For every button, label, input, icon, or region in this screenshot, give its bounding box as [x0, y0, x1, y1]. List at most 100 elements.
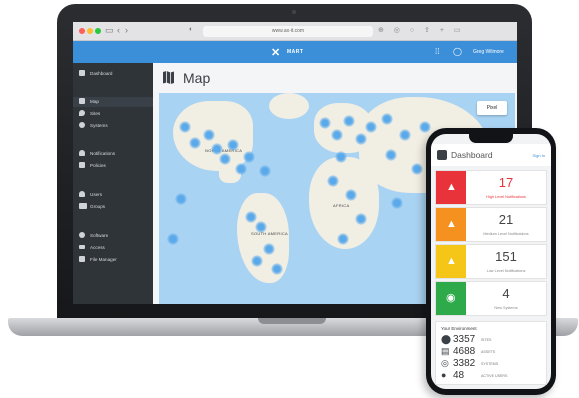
site-cluster-marker[interactable] [235, 163, 247, 175]
sidebar-item-notifications[interactable]: Notifications [73, 149, 153, 159]
back-icon[interactable]: ‹ [117, 25, 120, 35]
sidebar-item-policies[interactable]: Policies [73, 161, 153, 171]
phone-notch [469, 134, 513, 143]
phone-device: Dashboard Sign In ▲ 17 High Level Notifi… [426, 128, 556, 395]
card-caption: Medium Level Notifications [483, 232, 529, 236]
site-cluster-marker[interactable] [219, 153, 231, 165]
system-icon: ◎ [441, 358, 449, 368]
sidebar-item-label: Dashboard [90, 71, 113, 76]
privacy-icon: ◐ [189, 26, 194, 33]
env-caption: SYSTEMS [481, 362, 499, 366]
close-window-button[interactable] [79, 28, 85, 34]
env-caption: ASSETS [481, 350, 496, 354]
sidebar-item-label: Systems [90, 123, 108, 128]
site-cluster-marker[interactable] [335, 151, 347, 163]
env-caption: SITES [481, 338, 492, 342]
logo-icon[interactable]: ✕ [271, 46, 280, 59]
card-color-swatch: ◉ [436, 282, 466, 315]
site-cluster-marker[interactable] [259, 165, 271, 177]
site-cluster-marker[interactable] [251, 255, 263, 267]
sidebar-item-label: File Manager [90, 257, 117, 262]
medium-notifications-card[interactable]: ▲ 21 Medium Level Notifications [435, 207, 547, 242]
card-value: 151 [495, 249, 517, 264]
browser-toolbar-icons[interactable]: ⊕ ◎ ○ ⇪ + ▭ [378, 26, 465, 34]
site-cluster-marker[interactable] [337, 233, 349, 245]
low-notifications-card[interactable]: ▲ 151 Low Level Notifications [435, 244, 547, 279]
laptop-notch [258, 318, 326, 324]
sidebar-item-systems[interactable]: Systems [73, 121, 153, 131]
sidebar-item-groups[interactable]: Groups [73, 202, 153, 212]
env-value: 3357 [453, 334, 476, 345]
dashboard-icon [79, 70, 85, 76]
site-cluster-marker[interactable] [381, 113, 393, 125]
site-cluster-marker[interactable] [419, 121, 431, 133]
dashboard-icon [437, 150, 447, 160]
card-caption: New Systems [494, 306, 518, 310]
phone-header-link[interactable]: Sign In [533, 153, 545, 158]
environment-title: Your Environment [441, 326, 477, 331]
forward-icon[interactable]: › [125, 25, 128, 35]
site-cluster-marker[interactable] [391, 197, 403, 209]
browser-toolbar: ▭ ‹ › ◐ www.ax-it.com ⊕ ◎ ○ ⇪ + ▭ [73, 22, 517, 41]
phone-page-title: Dashboard [451, 150, 493, 160]
address-bar[interactable]: www.ax-it.com [203, 26, 373, 37]
map-icon [163, 71, 174, 84]
site-cluster-marker[interactable] [271, 263, 283, 275]
site-cluster-marker[interactable] [327, 175, 339, 187]
sidebar-item-label: Users [90, 192, 102, 197]
site-cluster-marker[interactable] [179, 121, 191, 133]
sidebar-item-users[interactable]: Users [73, 190, 153, 200]
group-icon [79, 203, 87, 209]
site-cluster-marker[interactable] [331, 129, 343, 141]
key-icon [79, 245, 85, 249]
sidebar-icon[interactable]: ▭ [105, 25, 114, 36]
site-cluster-marker[interactable] [399, 129, 411, 141]
app-header: ✕ MART ⁞⁞ ◯ Greg Wilmore [73, 41, 517, 63]
site-cluster-marker[interactable] [411, 163, 423, 175]
environment-panel: Your Environment ⬤ 3357 SITES ▤ 4688 ASS… [435, 321, 547, 385]
site-cluster-marker[interactable] [355, 213, 367, 225]
site-cluster-marker[interactable] [355, 133, 367, 145]
site-cluster-marker[interactable] [319, 117, 331, 129]
bell-icon: ▲ [446, 255, 457, 267]
sidebar-item-software[interactable]: Software [73, 231, 153, 241]
card-color-swatch: ▲ [436, 171, 466, 204]
site-cluster-marker[interactable] [243, 151, 255, 163]
map-icon [79, 98, 85, 104]
policy-icon [79, 162, 85, 168]
site-cluster-marker[interactable] [343, 115, 355, 127]
sidebar-item-sites[interactable]: Sites [73, 109, 153, 119]
new-systems-card[interactable]: ◉ 4 New Systems [435, 281, 547, 316]
minimize-window-button[interactable] [87, 28, 93, 34]
card-caption: High Level Notifications [486, 195, 526, 199]
card-color-swatch: ▲ [436, 245, 466, 278]
high-notifications-card[interactable]: ▲ 17 High Level Notifications [435, 170, 547, 205]
site-cluster-marker[interactable] [189, 137, 201, 149]
site-cluster-marker[interactable] [245, 211, 257, 223]
site-cluster-marker[interactable] [385, 149, 397, 161]
bell-icon: ▲ [446, 181, 457, 193]
map-view-button[interactable]: Pixel [477, 101, 507, 115]
sidebar-item-label: Software [90, 233, 109, 238]
help-icon[interactable]: ◯ [453, 47, 462, 56]
maximize-window-button[interactable] [95, 28, 101, 34]
site-cluster-marker[interactable] [227, 139, 239, 151]
site-cluster-marker[interactable] [255, 221, 267, 233]
greenland-landmass [269, 93, 309, 119]
site-cluster-marker[interactable] [175, 193, 187, 205]
site-cluster-marker[interactable] [365, 121, 377, 133]
clock-icon: ◉ [446, 292, 456, 304]
site-cluster-marker[interactable] [345, 189, 357, 201]
site-cluster-marker[interactable] [203, 129, 215, 141]
sidebar-item-access[interactable]: Access [73, 243, 153, 253]
user-menu[interactable]: Greg Wilmore [473, 49, 504, 55]
gear-icon [79, 122, 85, 128]
sidebar-item-dashboard[interactable]: Dashboard [73, 69, 153, 79]
sidebar-item-label: Map [90, 99, 99, 104]
sidebar-item-map[interactable]: Map [73, 97, 153, 107]
site-cluster-marker[interactable] [263, 243, 275, 255]
site-cluster-marker[interactable] [167, 233, 179, 245]
sidebar-item-file-manager[interactable]: File Manager [73, 255, 153, 265]
grid-icon[interactable]: ⁞⁞ [435, 47, 439, 56]
card-color-swatch: ▲ [436, 208, 466, 241]
